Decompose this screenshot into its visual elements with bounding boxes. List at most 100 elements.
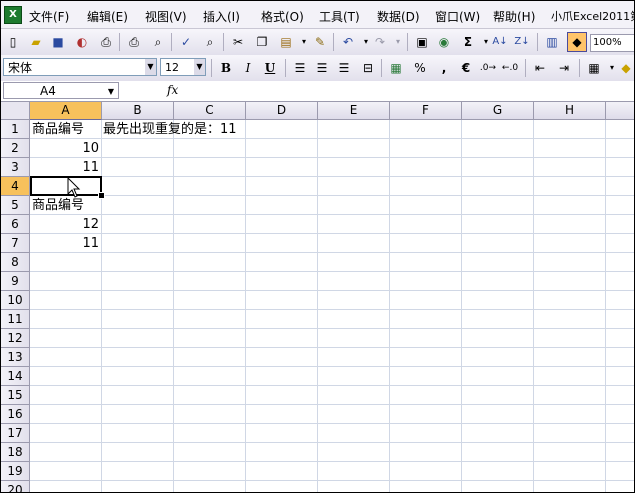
cell-b1[interactable]: 最先出现重复的是：11 bbox=[103, 120, 237, 139]
cell-a3[interactable]: 11 bbox=[30, 158, 99, 177]
cell-a1[interactable]: 商品编号 bbox=[32, 120, 84, 139]
row-header-1[interactable]: 1 bbox=[1, 120, 30, 139]
autosum-icon[interactable]: Σ bbox=[459, 33, 477, 51]
sort-descending-icon[interactable]: Z↓ bbox=[513, 33, 531, 51]
column-header-a[interactable]: A bbox=[30, 102, 102, 120]
cut-icon[interactable]: ✂ bbox=[229, 33, 247, 51]
row-header-11[interactable]: 11 bbox=[1, 310, 30, 329]
help-question-box[interactable]: 小爪Excel2011第 bbox=[551, 8, 634, 24]
menu-tools[interactable]: 工具(T) bbox=[319, 8, 360, 25]
percent-button[interactable]: % bbox=[411, 59, 429, 77]
undo-icon[interactable]: ↶ bbox=[339, 33, 357, 51]
cell-a7[interactable]: 11 bbox=[30, 234, 99, 253]
italic-button[interactable]: I bbox=[239, 59, 257, 77]
open-icon[interactable]: ▰ bbox=[27, 33, 45, 51]
column-header-d[interactable]: D bbox=[246, 102, 318, 120]
align-right-icon[interactable]: ☰ bbox=[335, 59, 353, 77]
font-size-select[interactable]: 12 ▼ bbox=[160, 58, 206, 76]
excel-app-icon[interactable]: X bbox=[4, 6, 22, 24]
column-header-b[interactable]: B bbox=[102, 102, 174, 120]
row-header-6[interactable]: 6 bbox=[1, 215, 30, 234]
name-box[interactable]: A4 ▼ bbox=[3, 82, 119, 99]
borders-icon[interactable]: ▦ bbox=[585, 59, 603, 77]
row-header-14[interactable]: 14 bbox=[1, 367, 30, 386]
research-icon[interactable]: ⌕ bbox=[201, 33, 219, 51]
insert-function-icon[interactable]: fx bbox=[167, 83, 178, 97]
menu-file[interactable]: 文件(F) bbox=[29, 8, 69, 25]
permission-icon[interactable]: ◐ bbox=[73, 33, 91, 51]
increase-indent-icon[interactable]: ⇥ bbox=[555, 59, 573, 77]
underline-button[interactable]: U bbox=[261, 59, 279, 77]
row-header-16[interactable]: 16 bbox=[1, 405, 30, 424]
row-header-18[interactable]: 18 bbox=[1, 443, 30, 462]
column-header-partial[interactable] bbox=[606, 102, 634, 120]
zoom-box[interactable]: 100% bbox=[590, 34, 634, 52]
drawing-icon[interactable]: ◆ bbox=[567, 32, 587, 52]
menu-insert[interactable]: 插入(I) bbox=[203, 8, 240, 25]
column-header-c[interactable]: C bbox=[174, 102, 246, 120]
bold-button[interactable]: B bbox=[217, 59, 235, 77]
row-header-2[interactable]: 2 bbox=[1, 139, 30, 158]
redo-dropdown-icon[interactable]: ▾ bbox=[389, 33, 407, 51]
row-header-15[interactable]: 15 bbox=[1, 386, 30, 405]
copy-icon[interactable]: ❐ bbox=[253, 33, 271, 51]
ink-icon[interactable]: ▣ bbox=[413, 33, 431, 51]
spelling-icon[interactable]: ✓ bbox=[177, 33, 195, 51]
toolbar-separator bbox=[211, 59, 212, 77]
menu-help[interactable]: 帮助(H) bbox=[493, 8, 535, 25]
euro-button[interactable]: € bbox=[457, 59, 475, 77]
row-header-4[interactable]: 4 bbox=[1, 177, 30, 196]
paste-icon[interactable]: ▤ bbox=[277, 33, 295, 51]
sort-ascending-icon[interactable]: A↓ bbox=[491, 33, 509, 51]
fill-color-icon[interactable]: ◆ bbox=[617, 59, 634, 77]
row-header-17[interactable]: 17 bbox=[1, 424, 30, 443]
fill-handle[interactable] bbox=[98, 192, 105, 199]
menu-window[interactable]: 窗口(W) bbox=[435, 8, 480, 25]
print-icon[interactable]: ⎙ bbox=[97, 33, 115, 51]
menu-view[interactable]: 视图(V) bbox=[145, 8, 187, 25]
format-painter-icon[interactable]: ✎ bbox=[311, 33, 329, 51]
align-center-icon[interactable]: ☰ bbox=[313, 59, 331, 77]
column-header-h[interactable]: H bbox=[534, 102, 606, 120]
select-all-corner[interactable] bbox=[1, 102, 30, 120]
column-header-e[interactable]: E bbox=[318, 102, 390, 120]
print-preview-icon[interactable]: ⎙ bbox=[125, 33, 143, 51]
print-preview-magnifier-icon[interactable]: ⌕ bbox=[149, 33, 167, 51]
row-header-8[interactable]: 8 bbox=[1, 253, 30, 272]
row-header-19[interactable]: 19 bbox=[1, 462, 30, 481]
row-header-5[interactable]: 5 bbox=[1, 196, 30, 215]
row-header-9[interactable]: 9 bbox=[1, 272, 30, 291]
save-icon[interactable]: ■ bbox=[49, 33, 67, 51]
decrease-decimal-icon[interactable]: ←.0 bbox=[501, 59, 519, 77]
menu-data[interactable]: 数据(D) bbox=[377, 8, 420, 25]
row-header-20[interactable]: 20 bbox=[1, 481, 30, 492]
row-header-3[interactable]: 3 bbox=[1, 158, 30, 177]
chevron-down-icon[interactable]: ▼ bbox=[108, 83, 114, 100]
column-header-f[interactable]: F bbox=[390, 102, 462, 120]
chart-wizard-icon[interactable]: ▥ bbox=[543, 33, 561, 51]
new-icon[interactable]: ▯ bbox=[4, 33, 22, 51]
row-header-12[interactable]: 12 bbox=[1, 329, 30, 348]
hyperlink-icon[interactable]: ◉ bbox=[435, 33, 453, 51]
menu-edit[interactable]: 编辑(E) bbox=[87, 8, 128, 25]
cell-a6[interactable]: 12 bbox=[30, 215, 99, 234]
column-header-g[interactable]: G bbox=[462, 102, 534, 120]
row-header-10[interactable]: 10 bbox=[1, 291, 30, 310]
comma-button[interactable]: , bbox=[435, 59, 453, 77]
font-name-select[interactable]: 宋体 ▼ bbox=[3, 58, 157, 76]
increase-decimal-icon[interactable]: .0→ bbox=[479, 59, 497, 77]
redo-icon[interactable]: ↷ bbox=[371, 33, 389, 51]
decrease-indent-icon[interactable]: ⇤ bbox=[531, 59, 549, 77]
merge-center-icon[interactable]: ⊟ bbox=[359, 59, 377, 77]
formula-input[interactable] bbox=[183, 82, 633, 99]
chevron-down-icon[interactable]: ▼ bbox=[145, 59, 156, 75]
currency-icon[interactable]: ▦ bbox=[387, 59, 405, 77]
cell-grid[interactable] bbox=[30, 120, 634, 492]
row-header-7[interactable]: 7 bbox=[1, 234, 30, 253]
cell-a2[interactable]: 10 bbox=[30, 139, 99, 158]
align-left-icon[interactable]: ☰ bbox=[291, 59, 309, 77]
chevron-down-icon[interactable]: ▼ bbox=[194, 59, 205, 75]
row-header-13[interactable]: 13 bbox=[1, 348, 30, 367]
active-cell-a4[interactable] bbox=[30, 176, 102, 196]
menu-format[interactable]: 格式(O) bbox=[261, 8, 304, 25]
